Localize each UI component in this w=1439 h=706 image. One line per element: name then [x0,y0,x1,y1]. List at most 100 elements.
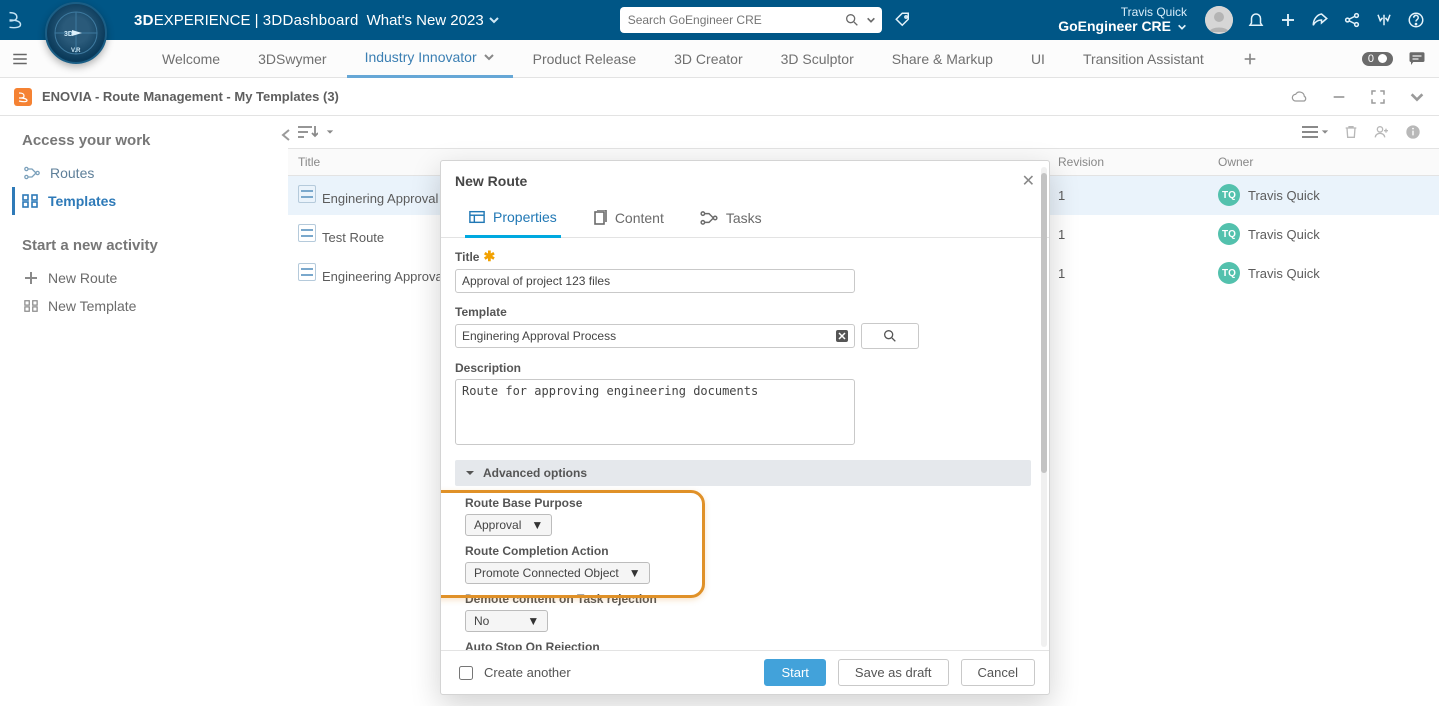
cancel-button[interactable]: Cancel [961,659,1035,686]
col-owner[interactable]: Owner [1208,149,1439,176]
user-block[interactable]: Travis Quick GoEngineer CRE [1058,6,1187,35]
whats-new-dropdown[interactable]: What's New 2023 [367,12,500,29]
col-revision[interactable]: Revision [1048,149,1208,176]
sidebar-section-start: Start a new activity [22,237,270,254]
template-row-icon [298,185,316,203]
caret-down-icon: ▼ [629,566,641,580]
comments-icon[interactable] [1407,50,1427,68]
pill-count: 0 [1368,53,1374,65]
content-icon [593,210,607,226]
modal-tab-label: Content [615,210,664,226]
owner-avatar: TQ [1218,184,1240,206]
row-title: Enginering Approval P [322,191,451,206]
modal-footer: Create another Start Save as draft Cance… [441,650,1049,694]
sidebar-label-new-route: New Route [48,270,117,286]
demote-dropdown[interactable]: No ▼ [465,610,548,632]
autostop-label: Auto Stop On Rejection [465,640,1027,650]
close-icon[interactable]: ✕ [1022,171,1035,191]
notification-pill[interactable]: 0 [1362,52,1393,66]
route-completion-dropdown[interactable]: Promote Connected Object ▼ [465,562,650,584]
global-search[interactable] [620,7,882,33]
global-topbar: 3D V.R 3DEXPERIENCE | 3DDashboard What's… [0,0,1439,40]
sidebar-item-routes[interactable]: Routes [22,159,270,187]
sidebar-item-templates[interactable]: Templates [12,187,270,215]
advanced-options-toggle[interactable]: Advanced options [455,460,1031,486]
route-base-purpose-dropdown[interactable]: Approval ▼ [465,514,552,536]
brand-dashboard: 3DDashboard [263,12,359,29]
search-caret-icon[interactable] [866,15,876,25]
platform-title: 3DEXPERIENCE | 3DDashboard What's New 20… [134,12,500,29]
trash-icon[interactable] [1343,124,1359,140]
app-title: ENOVIA - Route Management - My Templates… [42,89,339,104]
bell-icon[interactable] [1247,11,1265,29]
pill-dot-icon [1378,54,1387,63]
list-view-icon[interactable] [1301,125,1329,139]
caret-down-icon: ▼ [527,614,539,628]
modal-tab-properties[interactable]: Properties [465,201,561,238]
tag-icon[interactable] [894,11,912,29]
create-another-input[interactable] [459,666,473,680]
description-input[interactable] [455,379,855,445]
template-search-button[interactable] [861,323,919,349]
help-icon[interactable] [1407,11,1425,29]
tab-share-markup[interactable]: Share & Markup [874,40,1011,78]
required-icon: ✱ [483,248,495,265]
add-user-icon[interactable] [1373,124,1391,140]
tab-list: Welcome3DSwymerIndustry InnovatorProduct… [144,40,1258,78]
modal-tab-tasks[interactable]: Tasks [696,201,766,237]
tab-product-release[interactable]: Product Release [515,40,655,78]
sidebar-item-new-route[interactable]: New Route [22,264,270,292]
tab-transition-assistant[interactable]: Transition Assistant [1065,40,1222,78]
chevron-down-icon [488,14,500,26]
create-another-checkbox[interactable]: Create another [455,663,571,683]
chevron-down-icon[interactable] [1409,89,1425,105]
user-avatar[interactable] [1205,6,1233,34]
app-bar: ENOVIA - Route Management - My Templates… [0,78,1439,116]
advanced-label: Advanced options [483,466,587,480]
route-base-purpose-value: Approval [474,518,521,532]
template-row-icon [298,224,316,242]
title-input[interactable] [455,269,855,293]
search-input[interactable] [626,12,844,28]
caret-down-icon [465,468,475,478]
row-owner: Travis Quick [1248,266,1320,281]
dashboard-tabstrip: Welcome3DSwymerIndustry InnovatorProduct… [0,40,1439,78]
row-revision: 1 [1048,254,1208,293]
tab-ui[interactable]: UI [1013,40,1063,78]
tab-industry-innovator[interactable]: Industry Innovator [347,40,513,78]
minimize-icon[interactable] [1331,89,1347,105]
ds-logo [4,9,44,31]
chevron-down-icon [483,51,495,63]
start-button[interactable]: Start [764,659,825,686]
menu-icon[interactable] [6,50,34,68]
whats-new-label: What's New 2023 [367,12,484,29]
info-icon[interactable] [1405,124,1421,140]
ifwe-icon[interactable] [1375,11,1393,29]
modal-tabs: Properties Content Tasks [441,193,1049,238]
tab-3d-creator[interactable]: 3D Creator [656,40,760,78]
caret-down-icon: ▼ [531,518,543,532]
plus-icon[interactable] [1279,11,1297,29]
template-label: Template [455,305,507,319]
expand-icon[interactable] [1369,88,1387,106]
user-name: Travis Quick [1058,6,1187,19]
add-tab-button[interactable] [1242,51,1258,67]
row-revision: 1 [1048,176,1208,215]
search-icon[interactable] [844,12,860,28]
compass-widget[interactable]: 3D V.R [45,2,107,64]
modal-tab-content[interactable]: Content [589,201,668,237]
save-draft-button[interactable]: Save as draft [838,659,949,686]
cloud-icon[interactable] [1289,89,1309,105]
template-combo[interactable]: Enginering Approval Process [455,324,855,348]
share-nodes-icon[interactable] [1343,11,1361,29]
caret-icon[interactable] [326,128,334,136]
properties-icon [469,210,485,224]
sidebar-item-new-template[interactable]: New Template [22,292,270,320]
clear-icon[interactable] [836,330,848,342]
sort-icon[interactable] [296,124,318,140]
row-revision: 1 [1048,215,1208,254]
tab-3d-sculptor[interactable]: 3D Sculptor [763,40,872,78]
tab-welcome[interactable]: Welcome [144,40,238,78]
tab-3dswymer[interactable]: 3DSwymer [240,40,344,78]
share-arrow-icon[interactable] [1311,11,1329,29]
